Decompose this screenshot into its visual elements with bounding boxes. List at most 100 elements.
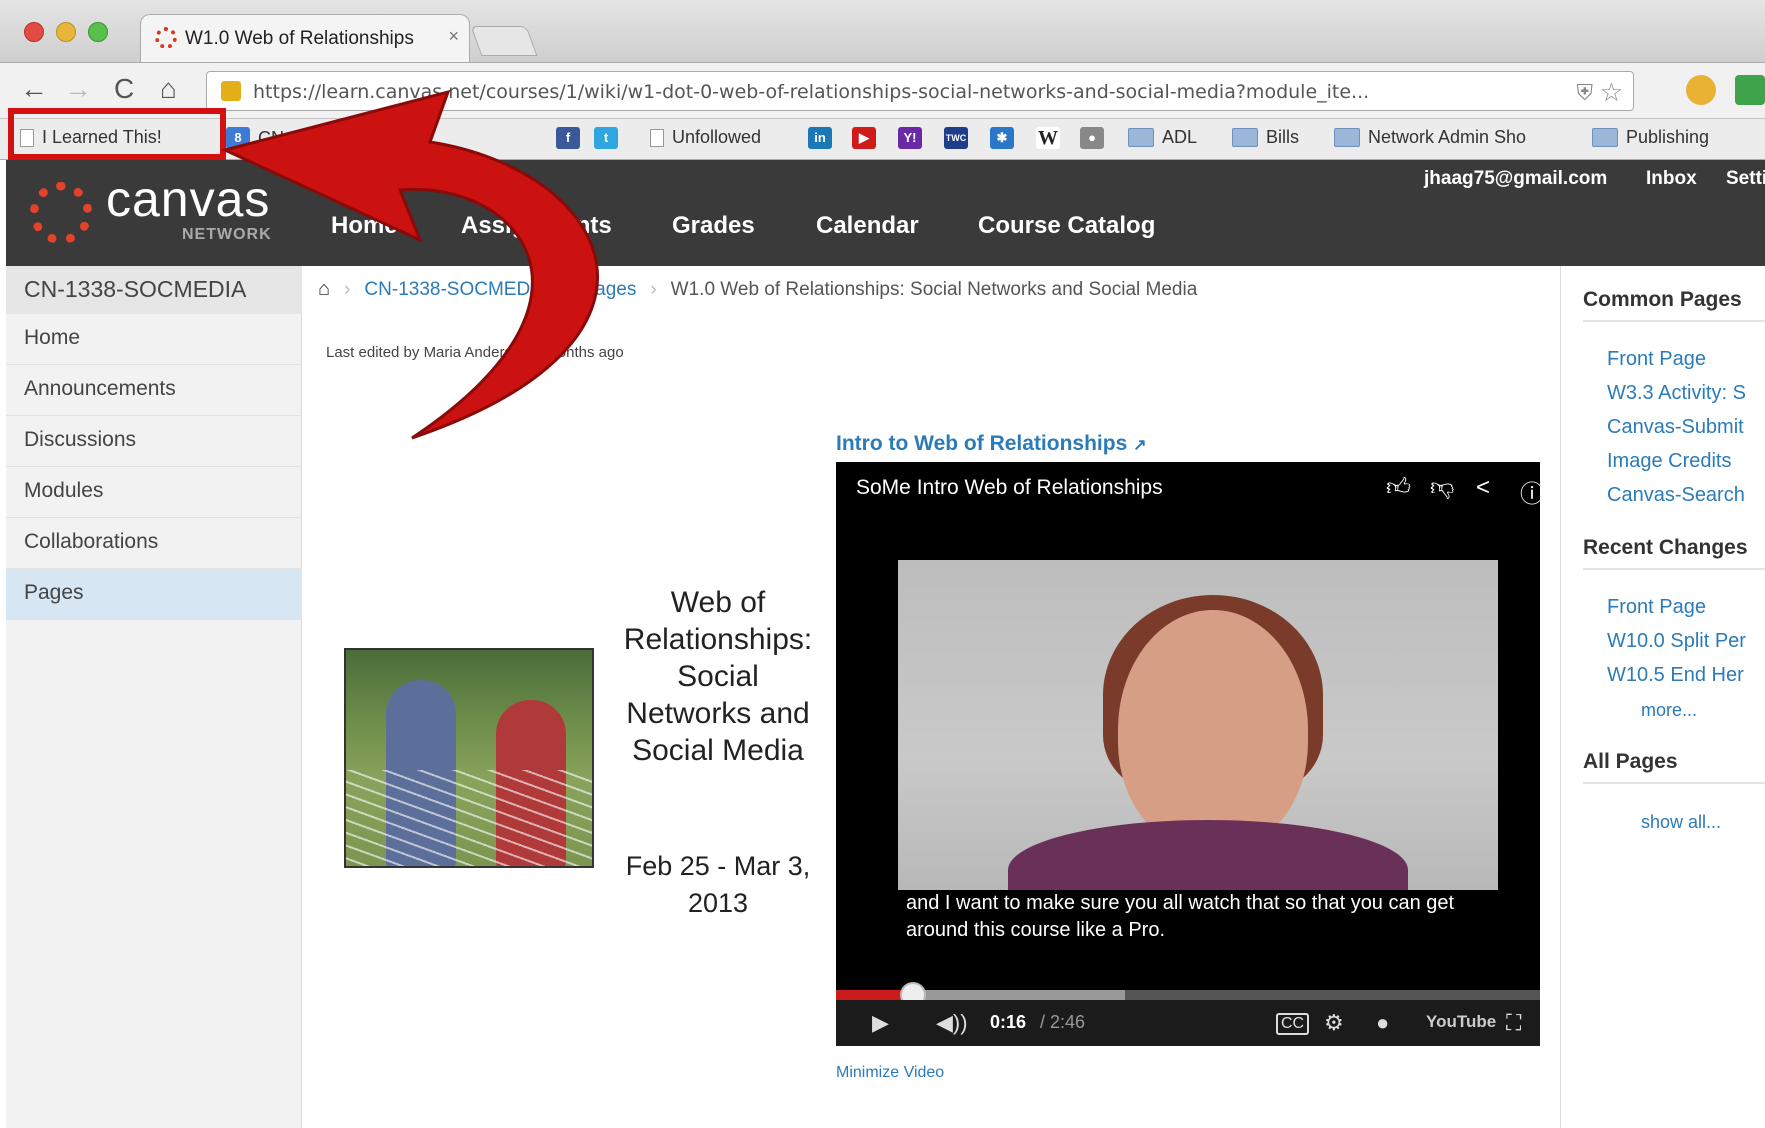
nav-assignments[interactable]: Assignments bbox=[461, 212, 612, 240]
nav-course-catalog[interactable]: Course Catalog bbox=[978, 212, 1155, 240]
thumbs-down-icon[interactable]: 👎︎ bbox=[1430, 474, 1454, 502]
last-edited-text: Last edited by Maria Andersen 3 months a… bbox=[326, 344, 624, 361]
volume-icon[interactable]: ◀)) bbox=[936, 1010, 968, 1036]
info-icon[interactable]: ⓘ bbox=[1520, 474, 1544, 509]
breadcrumb-pages[interactable]: Pages bbox=[582, 279, 636, 301]
bookmark-delicious[interactable]: ✱ bbox=[990, 127, 1014, 149]
common-page-link[interactable]: Canvas-Search bbox=[1607, 484, 1745, 507]
youtube-logo[interactable]: YouTube bbox=[1426, 1012, 1496, 1032]
window-minimize-button[interactable] bbox=[56, 22, 76, 42]
bookmark-facebook[interactable]: f bbox=[556, 127, 580, 149]
new-tab-button[interactable] bbox=[470, 26, 538, 56]
breadcrumb-course[interactable]: CN-1338-SOCMEDIA bbox=[364, 279, 548, 301]
sidebar-item-modules[interactable]: Modules bbox=[6, 467, 302, 518]
folder-icon bbox=[1128, 128, 1154, 147]
minimize-video-link[interactable]: Minimize Video bbox=[836, 1064, 944, 1082]
browser-toolbar: ← → C ⌂ https://learn.canvas.net/courses… bbox=[0, 62, 1765, 118]
settings-link[interactable]: Settings bbox=[1726, 168, 1765, 190]
extension-icon[interactable] bbox=[1686, 75, 1716, 105]
reload-icon[interactable]: C bbox=[114, 73, 134, 105]
bookmark-folder-bills[interactable]: Bills bbox=[1232, 127, 1299, 148]
nav-home[interactable]: Home bbox=[331, 212, 398, 240]
page-title: Web of Relationships: Social Networks an… bbox=[623, 586, 813, 767]
sidebar-item-pages[interactable]: Pages bbox=[6, 569, 302, 620]
video-player[interactable]: SoMe Intro Web of Relationships 👍︎ 👎︎ < … bbox=[836, 462, 1544, 1046]
user-email-link[interactable]: jhaag75@gmail.com bbox=[1424, 168, 1607, 190]
bookmark-folder-publishing[interactable]: Publishing bbox=[1592, 127, 1709, 148]
bookmark-unfollowed[interactable]: Unfollowed bbox=[650, 127, 761, 148]
apple-icon: ● bbox=[1080, 127, 1104, 149]
nav-calendar[interactable]: Calendar bbox=[816, 212, 919, 240]
extension-icon[interactable] bbox=[1735, 75, 1765, 105]
browser-tab[interactable]: W1.0 Web of Relationships × bbox=[140, 14, 470, 62]
breadcrumb-separator: › bbox=[562, 278, 569, 300]
address-bar[interactable]: https://learn.canvas.net/courses/1/wiki/… bbox=[206, 71, 1634, 111]
nav-grades[interactable]: Grades bbox=[672, 212, 755, 240]
right-sidebar: Common Pages Front Page W3.3 Activity: S… bbox=[1560, 266, 1765, 1128]
wikipedia-icon: W bbox=[1036, 127, 1060, 149]
share-icon[interactable]: < bbox=[1476, 474, 1490, 502]
video-frame bbox=[898, 560, 1498, 890]
fullscreen-icon[interactable]: ⛶ bbox=[1506, 1010, 1521, 1036]
common-page-link[interactable]: Canvas-Submit bbox=[1607, 416, 1744, 439]
bookmark-cn[interactable]: 8 CN bbox=[226, 127, 284, 149]
bookmark-folder-network-admin[interactable]: Network Admin Sho bbox=[1334, 127, 1526, 148]
video-time-total: / 2:46 bbox=[1040, 1012, 1086, 1032]
recent-more-link[interactable]: more... bbox=[1641, 700, 1697, 721]
bookmark-yahoo[interactable]: Y! bbox=[898, 127, 922, 149]
back-arrow-icon[interactable]: ← bbox=[20, 73, 48, 105]
home-icon[interactable]: ⌂ bbox=[318, 278, 330, 301]
bookmark-linkedin[interactable]: in bbox=[808, 127, 832, 149]
canvas-logo-text[interactable]: canvas bbox=[106, 170, 270, 228]
play-icon[interactable]: ▶ bbox=[872, 1010, 889, 1036]
video-time-current: 0:16 bbox=[990, 1012, 1027, 1032]
common-page-link[interactable]: Image Credits bbox=[1607, 450, 1732, 473]
show-all-link[interactable]: show all... bbox=[1641, 812, 1721, 833]
linkedin-icon: in bbox=[808, 127, 832, 149]
bookmark-star-icon[interactable]: ☆ bbox=[1600, 77, 1623, 108]
common-page-link[interactable]: Front Page bbox=[1607, 348, 1706, 371]
window-maximize-button[interactable] bbox=[88, 22, 108, 42]
url-text[interactable]: https://learn.canvas.net/courses/1/wiki/… bbox=[253, 81, 1573, 103]
window-close-button[interactable] bbox=[24, 22, 44, 42]
folder-icon bbox=[1334, 128, 1360, 147]
yahoo-icon: Y! bbox=[898, 127, 922, 149]
page-icon bbox=[650, 128, 664, 147]
bookmark-apple[interactable]: ● bbox=[1080, 127, 1104, 149]
video-progress-bar[interactable] bbox=[836, 982, 1540, 1008]
video-title[interactable]: SoMe Intro Web of Relationships bbox=[856, 476, 1163, 500]
bookmark-twc[interactable]: TWC bbox=[944, 127, 968, 149]
annotation-highlight-box bbox=[8, 108, 226, 160]
sidebar-item-discussions[interactable]: Discussions bbox=[6, 416, 302, 467]
shield-icon[interactable]: ⛨ bbox=[1576, 80, 1593, 106]
course-code[interactable]: CN-1338-SOCMEDIA bbox=[6, 266, 302, 314]
home-icon[interactable]: ⌂ bbox=[160, 73, 177, 105]
recent-page-link[interactable]: W10.0 Split Per bbox=[1607, 630, 1746, 653]
youtube-icon: ▶ bbox=[852, 127, 876, 149]
warning-lock-icon[interactable] bbox=[221, 81, 241, 101]
forward-arrow-icon[interactable]: → bbox=[64, 73, 92, 105]
canvas-logo-icon[interactable] bbox=[30, 182, 92, 244]
canvas-favicon-icon bbox=[155, 27, 177, 49]
thumbs-up-icon[interactable]: 👍︎ bbox=[1386, 474, 1411, 502]
bookmark-wikipedia[interactable]: W bbox=[1036, 127, 1060, 149]
bookmark-folder-adl[interactable]: ADL bbox=[1128, 127, 1197, 148]
gear-icon[interactable]: ⚙ bbox=[1324, 1010, 1344, 1036]
video-controls: ▶ ◀)) 0:16 / 2:46 CC ⚙ ● YouTube ⛶ bbox=[836, 1000, 1540, 1046]
bookmark-youtube[interactable]: ▶ bbox=[852, 127, 876, 149]
sidebar-item-collaborations[interactable]: Collaborations bbox=[6, 518, 302, 569]
delicious-icon: ✱ bbox=[990, 127, 1014, 149]
closed-captions-icon[interactable]: CC bbox=[1276, 1013, 1310, 1035]
speaker-face bbox=[1118, 610, 1308, 850]
tab-close-icon[interactable]: × bbox=[448, 26, 459, 47]
sidebar-item-home[interactable]: Home bbox=[6, 314, 302, 365]
recent-page-link[interactable]: W10.5 End Her bbox=[1607, 664, 1744, 687]
annotations-icon[interactable]: ● bbox=[1376, 1010, 1389, 1036]
recent-page-link[interactable]: Front Page bbox=[1607, 596, 1706, 619]
common-page-link[interactable]: W3.3 Activity: S bbox=[1607, 382, 1746, 405]
bookmark-twitter[interactable]: t bbox=[594, 127, 618, 149]
sidebar-item-announcements[interactable]: Announcements bbox=[6, 365, 302, 416]
inbox-link[interactable]: Inbox bbox=[1646, 168, 1697, 190]
video-title-link[interactable]: Intro to Web of Relationships ↗ bbox=[836, 432, 1147, 456]
bookmarks-bar: I Learned This! 8 CN f t Unfollowed in ▶… bbox=[0, 118, 1765, 160]
